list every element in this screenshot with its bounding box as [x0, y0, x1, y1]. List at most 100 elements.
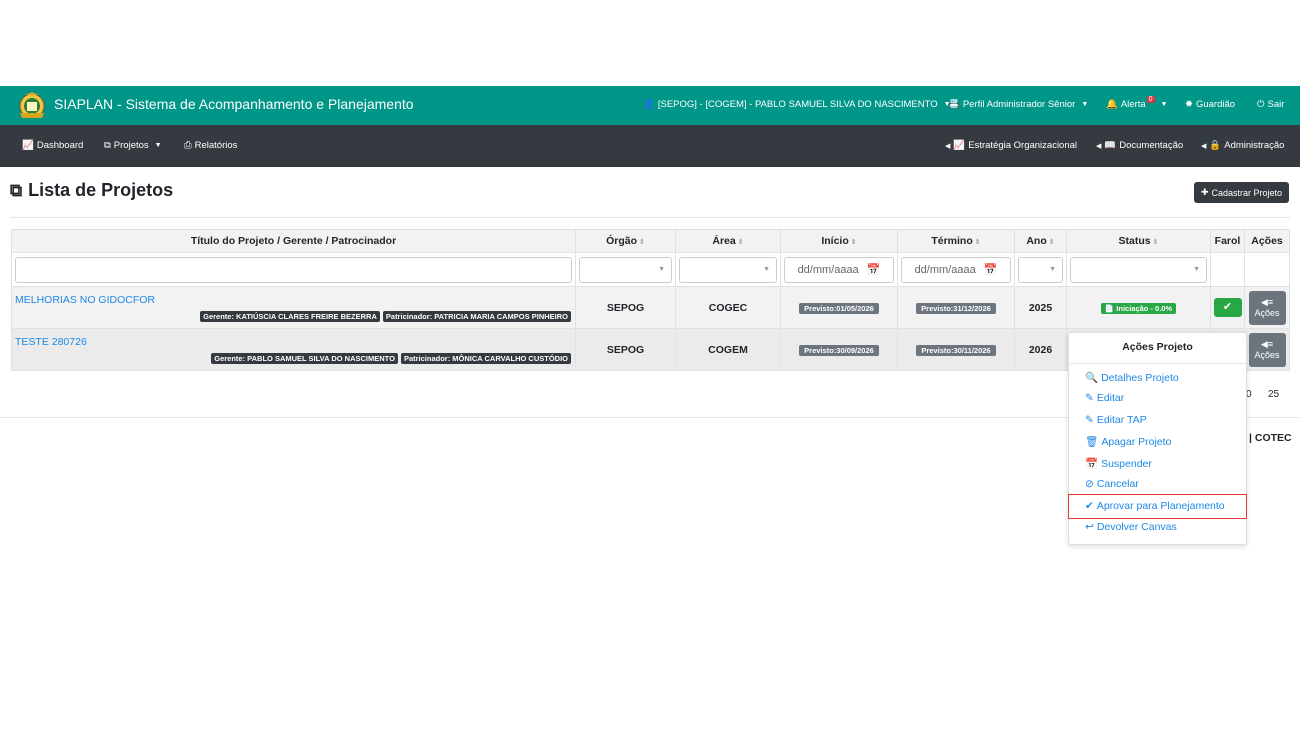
- menu-item-label: Cancelar: [1096, 478, 1139, 490]
- nav-estrategia-label: Estratégia Organizacional: [968, 140, 1078, 151]
- chevron-left-icon: ◀: [1201, 142, 1207, 150]
- filter-cell: [1244, 252, 1290, 287]
- copy-icon: ⧉: [10, 180, 23, 200]
- filter-cell: ▼: [675, 252, 781, 287]
- profile-menu[interactable]: 📇 Perfil Administrador Sênior ▼: [948, 99, 1088, 110]
- nav-relatorios[interactable]: ⎙ Relatórios: [184, 140, 237, 151]
- nav-documentacao[interactable]: ◀ 📖 Documentação: [1096, 140, 1183, 151]
- sort-icon: ⇕: [639, 239, 645, 246]
- col-area[interactable]: Área ⇕: [675, 229, 781, 253]
- col-inicio-label: Início: [821, 235, 849, 247]
- inicio-filter-date[interactable]: dd/mm/aaaa 📅: [784, 256, 894, 283]
- area-cell: COGEM: [675, 328, 781, 371]
- chevron-down-icon: ▼: [1160, 101, 1168, 108]
- col-termino[interactable]: Término ⇕: [897, 229, 1015, 253]
- titulo-filter-input[interactable]: [15, 256, 572, 283]
- termino-badge: Previsto:30/11/2026: [916, 344, 996, 356]
- col-titulo[interactable]: Título do Projeto / Gerente / Patrocinad…: [11, 229, 576, 253]
- chevron-left-icon: ◀: [1096, 142, 1102, 150]
- chevron-down-icon: ▼: [154, 142, 162, 149]
- col-ano[interactable]: Ano ⇕: [1014, 229, 1067, 253]
- edit-icon: ✎: [1085, 414, 1094, 426]
- patrocinador-badge: Patricinador: PATRICIA MARIA CAMPOS PINH…: [382, 311, 571, 322]
- reply-icon: ↩: [1085, 521, 1094, 533]
- lock-icon: 🔒: [1209, 140, 1222, 151]
- filter-cell: dd/mm/aaaa 📅: [780, 252, 898, 287]
- status-text: Iniciação - 0.0%: [1116, 303, 1173, 313]
- dropdown-header: Ações Projeto: [1069, 333, 1246, 364]
- line-chart-icon: 📈: [953, 140, 966, 151]
- acoes-button[interactable]: ◀≡ Ações: [1248, 290, 1286, 325]
- nav-projetos[interactable]: ⧉ Projetos ▼: [104, 140, 162, 151]
- inicio-badge: Previsto:30/09/2026: [799, 344, 879, 356]
- sair-link[interactable]: ⏻ Sair: [1257, 99, 1284, 110]
- orgao-cell: SEPOG: [575, 328, 676, 371]
- nav-relatorios-label: Relatórios: [194, 140, 238, 151]
- project-people: Gerente: KATIÚSCIA CLARES FREIRE BEZERRA…: [200, 311, 571, 322]
- nav-estrategia[interactable]: ◀ 📈 Estratégia Organizacional: [945, 140, 1077, 151]
- ano-filter-select[interactable]: ▼: [1018, 256, 1063, 283]
- col-titulo-label: Título do Projeto / Gerente / Patrocinad…: [190, 235, 397, 247]
- sort-icon: ⇕: [737, 239, 744, 246]
- line-chart-icon: 📈: [22, 140, 34, 151]
- nav-dashboard[interactable]: 📈 Dashboard: [22, 140, 83, 151]
- col-area-label: Área: [712, 235, 736, 247]
- calendar-icon: 📅: [983, 264, 998, 276]
- book-icon: 📖: [1104, 140, 1117, 151]
- termino-cell: Previsto:30/11/2026: [897, 328, 1015, 371]
- menu-item-label: Editar TAP: [1096, 414, 1147, 426]
- nav-dashboard-label: Dashboard: [36, 140, 84, 151]
- sort-icon: ⇕: [1152, 239, 1159, 246]
- menu-item-editar-tap[interactable]: ✎ Editar TAP: [1085, 414, 1147, 426]
- app-title[interactable]: SIAPLAN - Sistema de Acompanhamento e Pl…: [54, 96, 414, 112]
- ano-cell: 2026: [1014, 328, 1067, 371]
- chevron-down-icon: ▼: [763, 266, 770, 273]
- page-size-value[interactable]: 25: [1268, 389, 1279, 400]
- file-icon: 📄: [1104, 303, 1115, 313]
- cadastrar-projeto-button[interactable]: ✚ Cadastrar Projeto: [1194, 182, 1289, 203]
- user-menu[interactable]: 👤 [SEPOG] - [COGEM] - PABLO SAMUEL SILVA…: [643, 99, 951, 110]
- menu-item-suspender[interactable]: 📅 Suspender: [1085, 457, 1152, 471]
- acoes-cell: ◀≡ Ações: [1244, 286, 1290, 329]
- project-title-link[interactable]: MELHORIAS NO GIDOCFOR: [15, 294, 155, 306]
- termino-filter-date[interactable]: dd/mm/aaaa 📅: [901, 256, 1011, 283]
- menu-item-apagar[interactable]: 🗑 Apagar Projeto: [1085, 435, 1171, 449]
- guardiao-link[interactable]: ✹ Guardião: [1185, 99, 1235, 110]
- guardiao-label: Guardião: [1195, 99, 1236, 110]
- id-card-icon: 📇: [948, 99, 960, 110]
- col-status-label: Status: [1118, 235, 1151, 247]
- nav-documentacao-label: Documentação: [1119, 140, 1184, 151]
- filter-cell: ▼: [1014, 252, 1067, 287]
- titulo-cell: MELHORIAS NO GIDOCFOR Gerente: KATIÚSCIA…: [11, 286, 576, 329]
- power-icon: ⏻: [1257, 99, 1265, 110]
- orgao-filter-select[interactable]: ▼: [579, 256, 672, 283]
- date-placeholder: dd/mm/aaaa: [914, 263, 976, 276]
- menu-item-editar[interactable]: ✎ Editar: [1085, 392, 1124, 404]
- menu-item-cancelar[interactable]: ⊘ Cancelar: [1085, 478, 1139, 490]
- acoes-button[interactable]: ◀≡ Ações: [1248, 332, 1286, 367]
- menu-item-devolver-canvas[interactable]: ↩ Devolver Canvas: [1085, 521, 1177, 533]
- print-icon: ⎙: [184, 140, 192, 151]
- date-placeholder: dd/mm/aaaa: [797, 263, 859, 276]
- area-filter-select[interactable]: ▼: [679, 256, 777, 283]
- chevron-left-icon: ◀: [945, 142, 951, 150]
- sort-icon: ⇕: [1048, 239, 1055, 246]
- nav-administracao-label: Administração: [1224, 140, 1285, 151]
- filter-cell: ▼: [1066, 252, 1211, 287]
- status-filter-select[interactable]: ▼: [1070, 256, 1207, 283]
- inicio-cell: Previsto:01/05/2026: [780, 286, 898, 329]
- bell-icon: 🔔: [1106, 99, 1118, 110]
- col-orgao[interactable]: Órgão ⇕: [575, 229, 676, 253]
- siaplan-logo-icon[interactable]: [16, 91, 48, 121]
- col-status[interactable]: Status ⇕: [1066, 229, 1211, 253]
- menu-item-detalhes[interactable]: 🔍 Detalhes Projeto: [1085, 371, 1179, 385]
- alert-menu[interactable]: 🔔 Alerta 0 ▼: [1106, 96, 1168, 110]
- project-title-link[interactable]: TESTE 280726: [15, 336, 87, 348]
- menu-item-label: Detalhes Projeto: [1101, 371, 1179, 384]
- nav-administracao[interactable]: ◀ 🔒 Administração: [1201, 140, 1284, 151]
- col-inicio[interactable]: Início ⇕: [780, 229, 898, 253]
- chevron-down-icon: ▼: [658, 266, 665, 273]
- copy-icon: ⧉: [104, 140, 111, 151]
- acoes-label: Ações: [1254, 349, 1280, 360]
- menu-item-label: Devolver Canvas: [1096, 521, 1177, 533]
